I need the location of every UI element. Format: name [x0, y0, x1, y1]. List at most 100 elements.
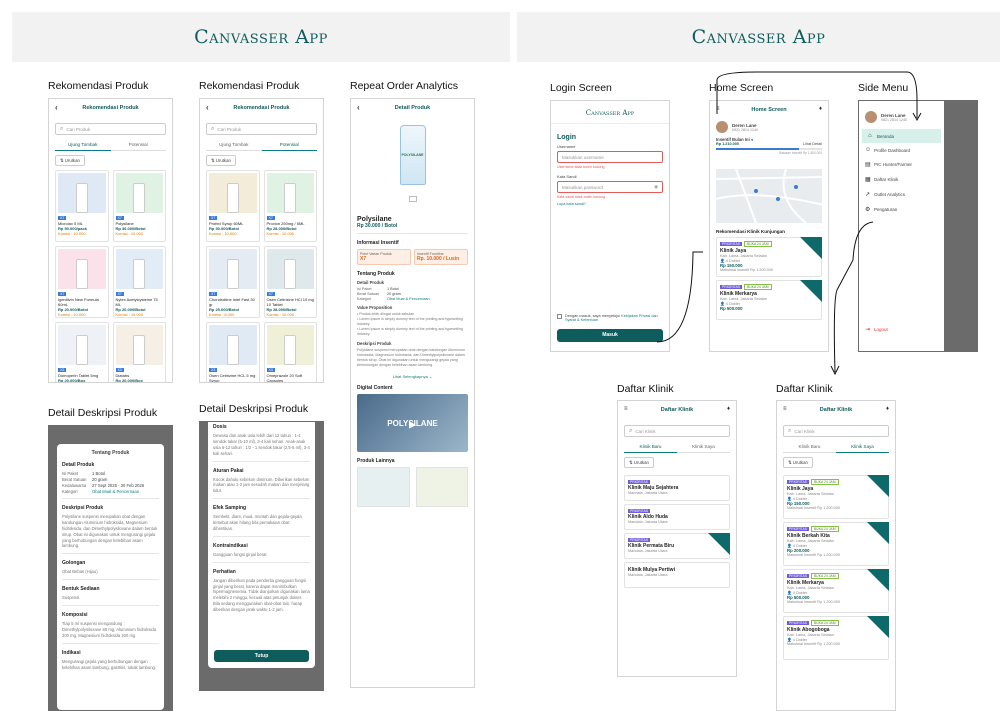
product-card[interactable]: X7 Microlax 5 ML Rp 50.000/pack Komisi : 10…	[55, 170, 109, 242]
tab-klinik-saya[interactable]: Klinik Saya	[836, 441, 889, 453]
section-title: Daftar Klinik	[617, 383, 674, 395]
menu-daftar-klinik[interactable]: ▦ Daftar Klinik	[859, 172, 944, 187]
product-card[interactable]: X7 Proxion 250mg / 5ML Rp 28.000/Botol Komi…	[263, 170, 317, 242]
tab-potensial[interactable]: Potensial	[261, 139, 317, 151]
klinik-card[interactable]: PRIORITAS BUKA 24 JAM Klinik Jaya Kab. Lama…	[783, 475, 889, 519]
point-badge: X3	[209, 368, 218, 372]
search-input[interactable]: ⌕ Cari Klinik	[783, 425, 889, 437]
play-icon[interactable]: ▶	[409, 420, 416, 431]
product-name: Chondroitine Inlet Fast 30 gr	[209, 297, 255, 307]
phone-dosis: Dosis Dewasa dan anak usia lebih dari 12…	[199, 421, 324, 691]
password-input[interactable]: Masukkan password ◉	[557, 181, 663, 193]
search-input[interactable]: ⌕ Cari Klinik	[624, 425, 730, 437]
tab-bar: Klinik Baru Klinik Saya	[624, 441, 730, 453]
klinik-card[interactable]: PRIORITAS Klinik Aldo Huda Mandala, Jakart…	[624, 504, 730, 530]
sort-button[interactable]: ⇅ Urutkan	[206, 155, 236, 166]
klinik-card[interactable]: PRIORITAS Klinik Permata Biru Mandala, Jak…	[624, 533, 730, 559]
product-card[interactable]: X3Osen Cetirizine HCL 5 mg SyrupRp 20.00…	[206, 322, 260, 382]
menu-profile-dashboard[interactable]: ☺ Profile Dashboard	[859, 143, 944, 157]
see-detail-link[interactable]: Lihat Detail	[803, 142, 822, 146]
phone-tentang-produk: Tentang Produk Detail Produk Isi Paket 1 …	[48, 425, 173, 711]
menu-icon[interactable]: ≡	[716, 106, 720, 112]
product-card[interactable]: X7 Nytex Acetylcysteine 75 ML Rp 20.000/Bo…	[112, 246, 166, 318]
product-commission: Komisi : 10.000	[115, 312, 144, 317]
login-button[interactable]: Masuk	[557, 329, 663, 342]
sort-button[interactable]: ⇅ Urutkan	[624, 457, 654, 468]
menu-pic[interactable]: ▤ PIC Hunter/Farmer	[859, 157, 944, 172]
klinik-card[interactable]: PRIORITAS BUKA 24 JAM Klinik Jaya Kab. Lama…	[716, 237, 822, 277]
back-icon[interactable]: ‹	[206, 103, 209, 112]
category-link[interactable]: Obat Mual & Pencernaan	[387, 297, 430, 301]
section-title: Repeat Order Analytics	[350, 80, 458, 92]
product-commission: Komisi : 10.000	[266, 231, 295, 236]
menu-outlet-analytics[interactable]: ↗ Outlet Analytics	[859, 187, 944, 202]
see-more-link[interactable]: Lihat Selengkapnya ⌄	[357, 374, 468, 379]
insentif-progress	[716, 148, 822, 150]
menu-icon[interactable]: ≡	[624, 406, 628, 412]
product-commission: Komisi : 10.000	[209, 231, 237, 236]
tab-potensial[interactable]: Potensial	[110, 139, 166, 151]
tab-klinik-baru[interactable]: Klinik Baru	[624, 441, 677, 453]
search-input[interactable]: ⌕ Cari Produk	[206, 123, 317, 135]
notification-icon[interactable]: ♦	[819, 106, 822, 112]
notification-icon[interactable]: ♦	[886, 406, 889, 412]
tab-ujung[interactable]: Ujung Tombak	[55, 139, 111, 151]
app-header: ≡ Daftar Klinik ♦	[783, 406, 889, 413]
bottle-icon	[284, 183, 297, 213]
klinik-card[interactable]: PRIORITAS BUKA 24 JAM Klinik Merkarya Kab. …	[783, 569, 889, 613]
klinik-card[interactable]: PRIORITAS Klinik Maju Sejahtera Mandala, J…	[624, 475, 730, 501]
info-icon[interactable]: ●	[751, 137, 754, 142]
product-card[interactable]: X7 Polysilane Rp 30.000/Botol Komisi : 10.0…	[112, 170, 166, 242]
info-title: Informasi Insentif	[357, 240, 399, 246]
point-badge: X7	[209, 292, 218, 296]
search-input[interactable]: ⌕ Cari Produk	[55, 123, 166, 135]
other-product-card[interactable]	[415, 467, 468, 508]
logout-button[interactable]: ⇥ Logout	[859, 322, 894, 337]
product-card[interactable]: X7 Profed Syrup 60ML Rp 30.000/Botol Komisi…	[206, 170, 260, 242]
klinik-card[interactable]: PRIORITAS BUKA 24 JAM Klinik Abogoboga Kab.…	[783, 616, 889, 660]
back-icon[interactable]: ‹	[55, 103, 58, 112]
section-title: Rekomendasi Produk	[199, 80, 300, 92]
map-view[interactable]	[715, 168, 825, 224]
tab-klinik-baru[interactable]: Klinik Baru	[783, 441, 836, 453]
klinik-card[interactable]: PRIORITAS BUKA 24 JAM Klinik Berkah Kita Ka…	[783, 522, 889, 566]
product-card[interactable]: X3Omeprazole 20 Soft CapsulesRp 20.000/B…	[263, 322, 317, 382]
product-image	[58, 325, 106, 365]
sort-button[interactable]: ⇅ Urutkan	[783, 457, 813, 468]
menu-icon[interactable]: ≡	[783, 406, 787, 412]
product-image	[209, 249, 257, 289]
back-icon[interactable]: ‹	[357, 103, 360, 112]
notification-icon[interactable]: ♦	[727, 406, 730, 412]
close-button[interactable]: Tutup	[214, 650, 309, 662]
menu-beranda[interactable]: ⌂ Beranda	[862, 129, 941, 143]
product-image	[115, 249, 163, 289]
product-image	[266, 249, 314, 289]
username-input[interactable]: Masukkan username	[557, 151, 663, 163]
sort-button[interactable]: ⇅ Urutkan	[55, 155, 85, 166]
terms-checkbox[interactable]	[557, 314, 562, 319]
app-header: ‹ Detail Produk	[351, 99, 474, 117]
header-title: Rekomendasi Produk	[233, 105, 290, 111]
point-badge: X3	[58, 368, 67, 372]
product-card[interactable]: X7 Chondroitine Inlet Fast 30 gr Rp 25.000…	[206, 246, 260, 318]
tab-ujung[interactable]: Ujung Tombak	[206, 139, 262, 151]
header-title: Detail Produk	[394, 105, 431, 111]
product-image	[58, 173, 106, 213]
klinik-card[interactable]: Klinik Mulya Pertiwi Mandala, Jakarta Uta…	[624, 562, 730, 588]
product-card[interactable]: X3 Domoperin Tablet 5mg Rp 20.000/Box	[55, 322, 109, 382]
app-header: ≡ Home Screen ♦	[716, 106, 822, 113]
tab-klinik-saya[interactable]: Klinik Saya	[677, 441, 730, 453]
priority-badge: PRIORITAS	[628, 480, 651, 484]
image-indicator[interactable]	[408, 196, 417, 202]
video-thumbnail[interactable]: POLYSILANE ▶	[357, 394, 468, 453]
menu-pengaturan[interactable]: ⚙ Pengaturan	[859, 202, 944, 217]
forgot-password-link[interactable]: Lupa kata sandi?	[557, 202, 663, 206]
product-card[interactable]: X3 Diatabs Rp 20.000/Box	[112, 322, 166, 382]
product-card[interactable]: X7 Igenitivin New Formula 60mL Rp 20.000/B…	[55, 246, 109, 318]
point-badge: X7	[266, 292, 275, 296]
other-product-card[interactable]	[357, 467, 410, 508]
product-card[interactable]: X7 Osen Cetirizine HCl 10 mg 10 Tablet Rp …	[263, 246, 317, 318]
klinik-card[interactable]: PRIORITAS BUKA 24 JAM Klinik Merkarya Kab. …	[716, 280, 822, 320]
eye-icon[interactable]: ◉	[654, 184, 658, 190]
category-link[interactable]: Obat Mual & Pencernaan	[92, 489, 159, 494]
